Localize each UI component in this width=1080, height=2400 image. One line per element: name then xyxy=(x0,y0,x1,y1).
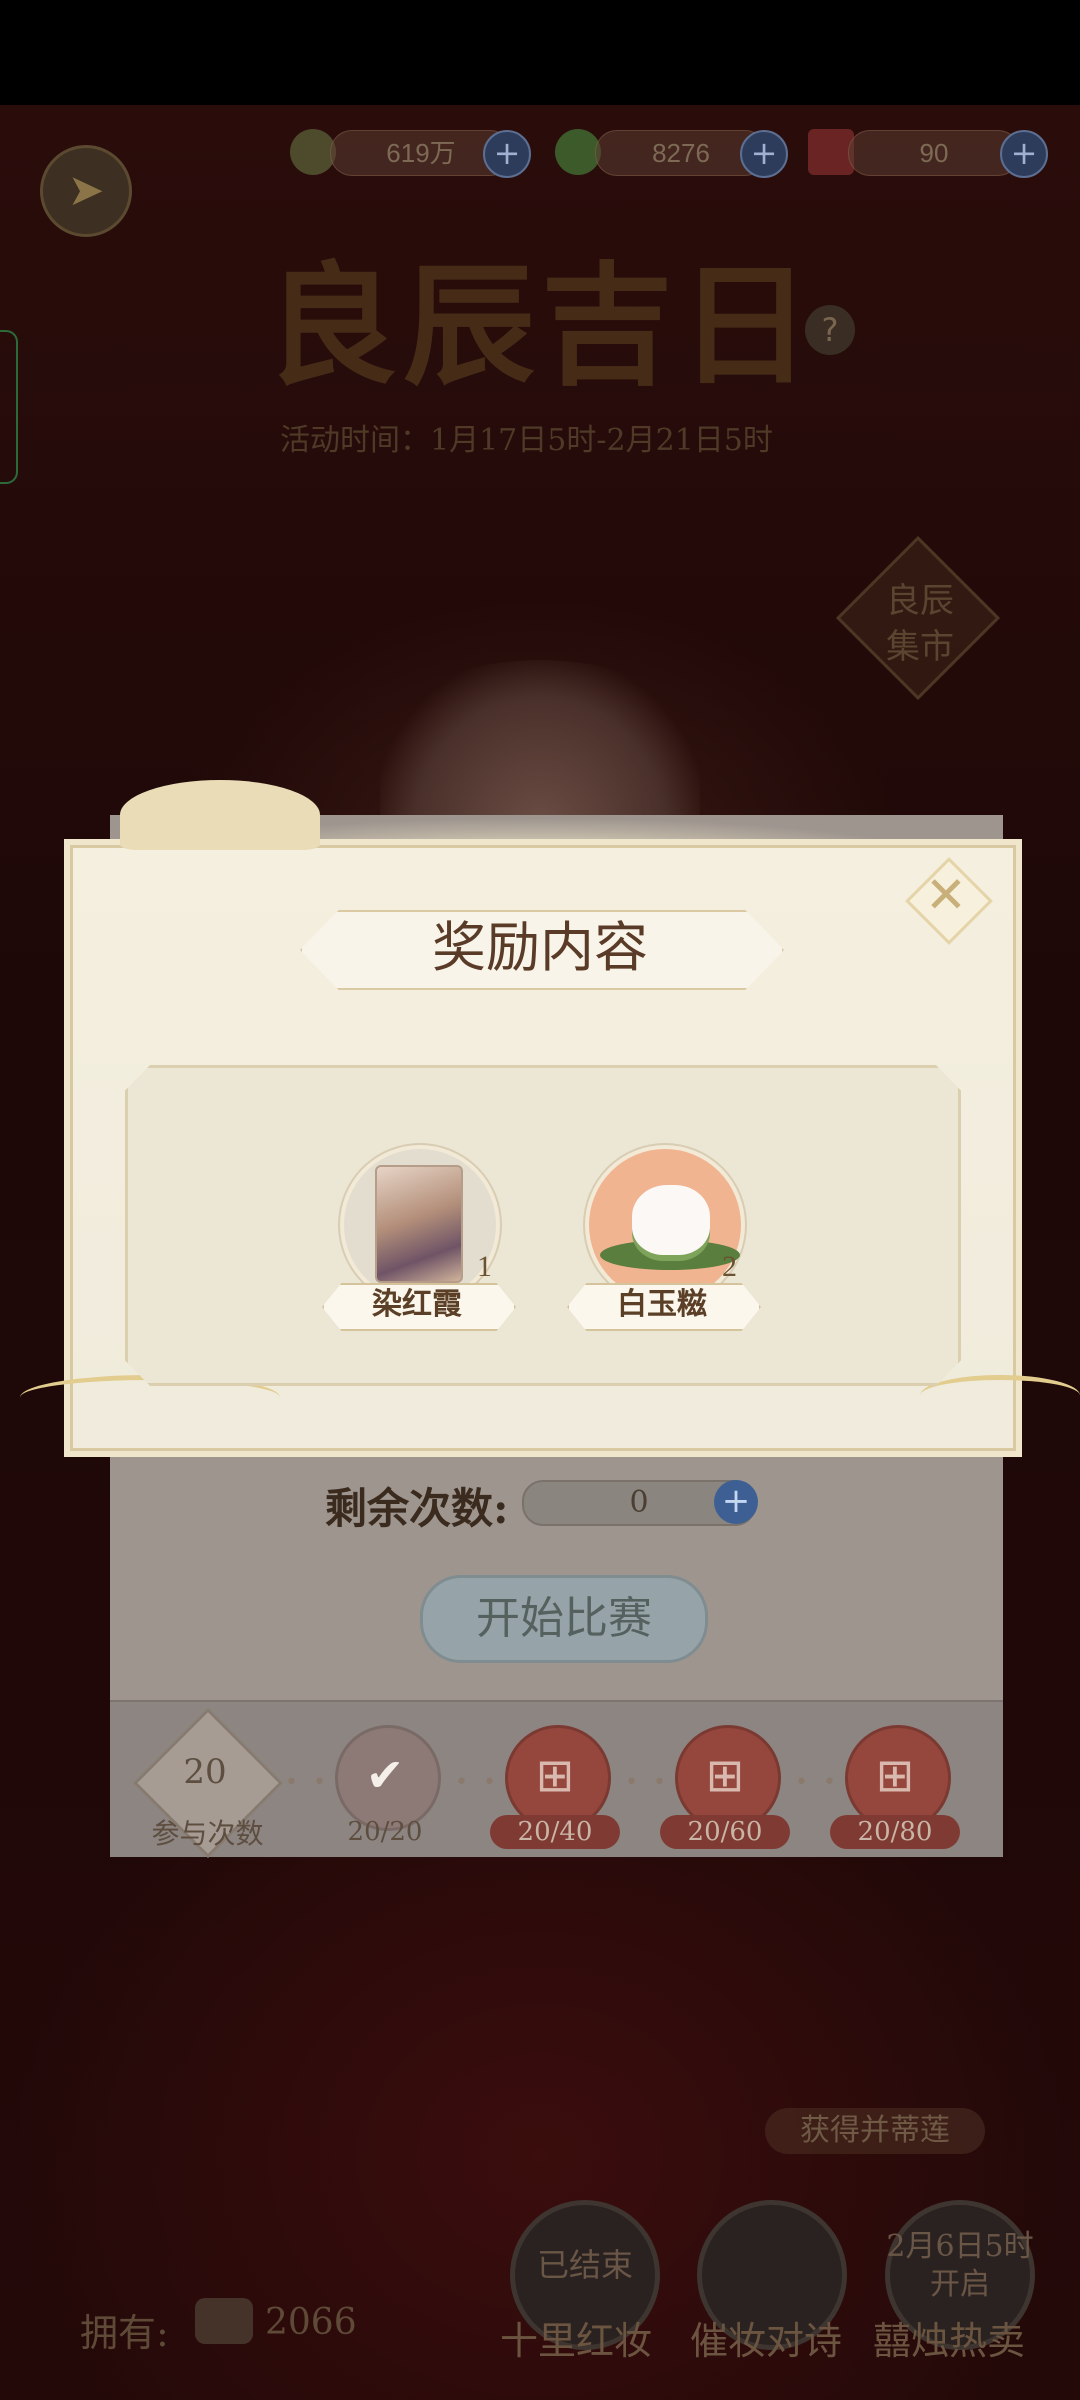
milestone-label-3: 20/60 xyxy=(660,1815,790,1849)
resource-envelope-value: 90 xyxy=(848,130,1020,176)
event-time: 活动时间：1月17日5时-2月21日5时 xyxy=(280,423,773,458)
back-arrow-icon: ➤ xyxy=(67,165,105,216)
participation-count: 20 xyxy=(183,1752,227,1792)
checkmark-icon: ✔ xyxy=(365,1748,405,1802)
cat-rice-cake-icon xyxy=(632,1185,710,1255)
reward-name-2: 白玉糍 xyxy=(617,1287,707,1322)
candle-sale-label[interactable]: 囍烛热卖 xyxy=(873,2310,1025,2365)
remaining-label: 剩余次数: xyxy=(325,1484,509,1533)
milestone-label-4: 20/80 xyxy=(830,1815,960,1849)
cloud-swirl-decoration xyxy=(920,1375,1080,1416)
add-paw-button[interactable]: + xyxy=(483,130,531,178)
event-title: 良辰吉日 xyxy=(265,249,817,404)
gift-box-icon: ⊞ xyxy=(875,1748,915,1802)
owned-label: 拥有: xyxy=(80,2311,169,2355)
add-attempts-button[interactable]: + xyxy=(714,1480,758,1524)
progress-dots: • • xyxy=(285,1770,330,1795)
milestone-label-2: 20/40 xyxy=(490,1815,620,1849)
scenery-card-icon xyxy=(375,1165,463,1283)
owned-value: 2066 xyxy=(265,2302,357,2343)
wedding-dress-status: 已结束 xyxy=(536,2246,633,2284)
gift-box-icon: ⊞ xyxy=(705,1748,745,1802)
help-button[interactable]: ? xyxy=(805,305,855,355)
poem-duel-label[interactable]: 催妆对诗 xyxy=(690,2310,842,2365)
reward-count-2: 2 xyxy=(722,1250,737,1283)
reward-name-1: 染红霞 xyxy=(372,1287,462,1322)
reward-count-1: 1 xyxy=(477,1250,492,1283)
back-button[interactable]: ➤ xyxy=(40,145,132,237)
milestone-label-1: 20/20 xyxy=(347,1817,423,1847)
lotus-reward-chip[interactable]: 获得并蒂莲 xyxy=(765,2108,985,2154)
participation-label: 参与次数 xyxy=(151,1817,264,1850)
gift-box-icon: ⊞ xyxy=(535,1748,575,1802)
market-badge-label[interactable]: 良辰集市 xyxy=(870,578,970,670)
side-tab[interactable] xyxy=(0,330,18,484)
add-leaf-button[interactable]: + xyxy=(740,130,788,178)
progress-dots: • • xyxy=(625,1770,670,1795)
mountain-decoration xyxy=(120,780,320,850)
butterfly-icon xyxy=(195,2298,253,2344)
candle-sale-status: 2月6日5时开启 xyxy=(886,2229,1034,2302)
progress-dots: • • xyxy=(455,1770,500,1795)
wedding-dress-label[interactable]: 十里红妆 xyxy=(500,2310,652,2365)
reward-list-panel xyxy=(125,1065,961,1386)
status-bar xyxy=(0,0,1080,105)
close-icon[interactable]: ✕ xyxy=(916,866,976,924)
modal-title: 奖励内容 xyxy=(432,916,648,979)
start-contest-button[interactable]: 开始比赛 xyxy=(420,1575,708,1663)
add-envelope-button[interactable]: + xyxy=(1000,130,1048,178)
progress-dots: • • xyxy=(795,1770,840,1795)
